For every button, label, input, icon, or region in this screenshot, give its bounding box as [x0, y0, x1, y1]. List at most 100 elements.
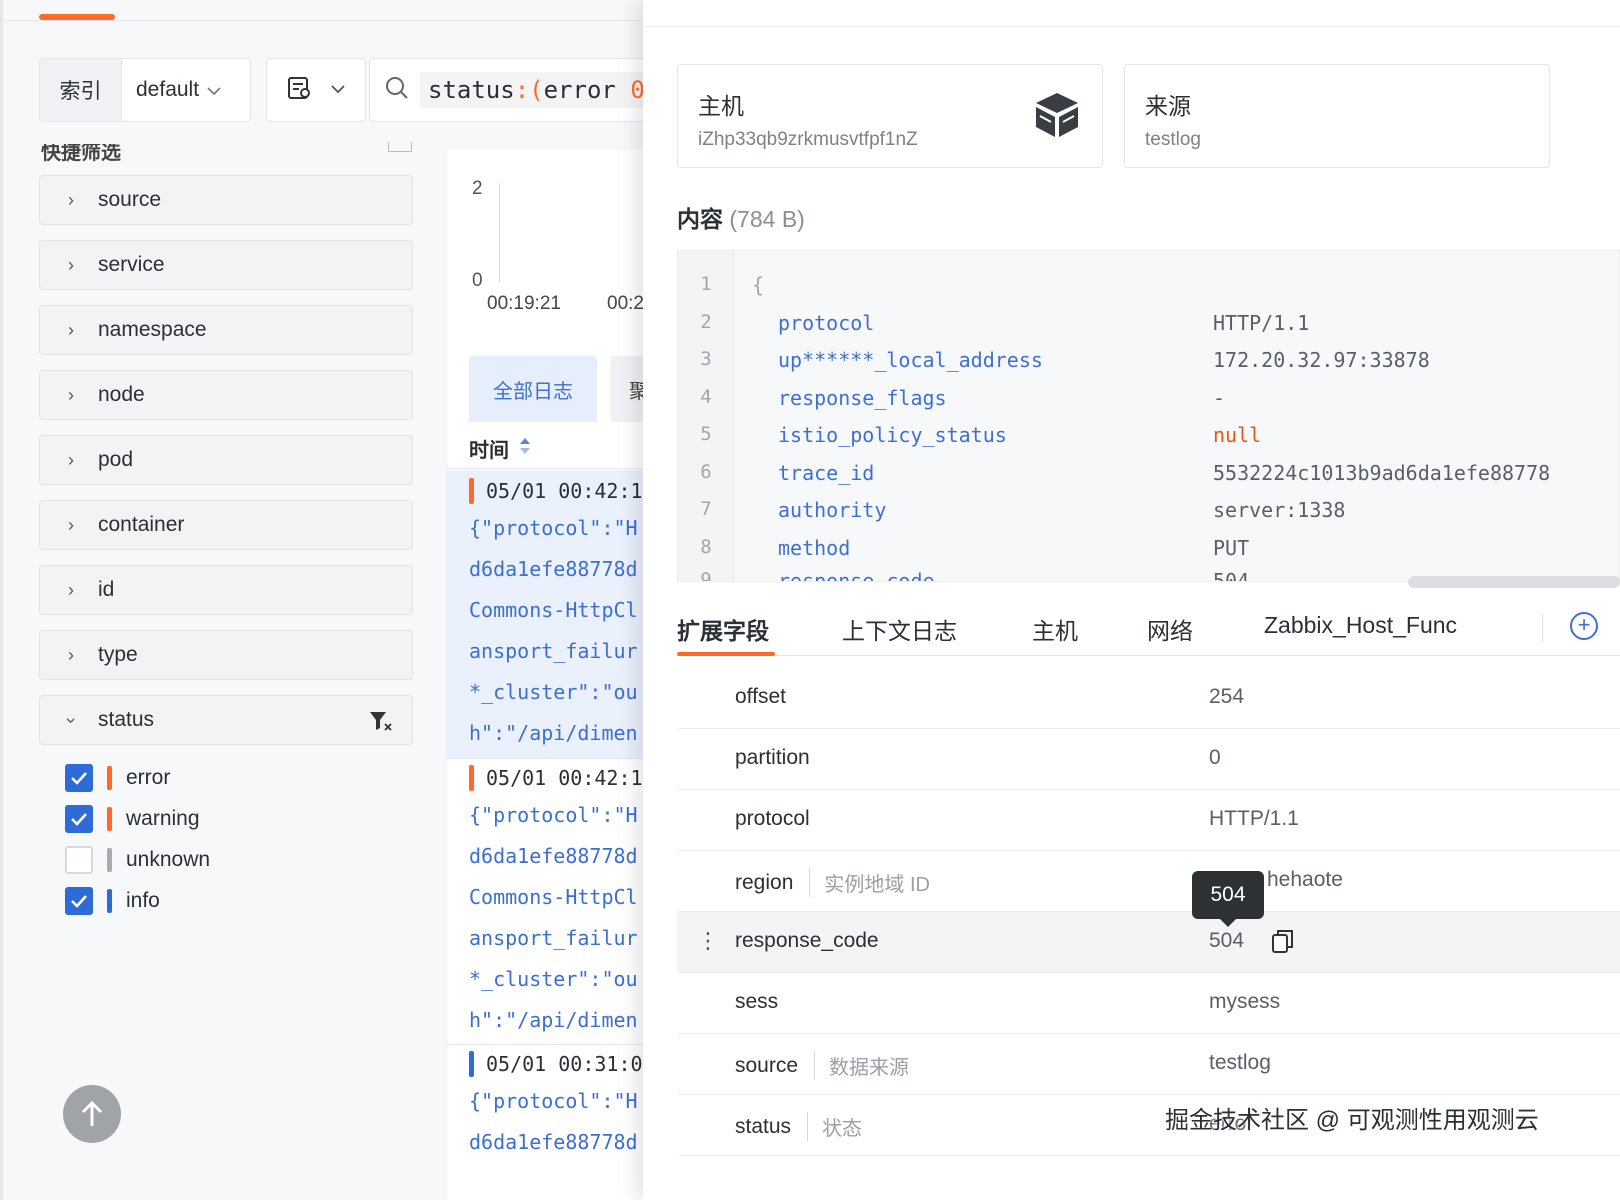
checkbox[interactable]	[65, 764, 93, 792]
chevron-down-icon: ›	[61, 717, 82, 723]
field-description: 数据来源	[814, 1051, 909, 1080]
chevron-right-icon: ›	[68, 254, 74, 275]
filter-source[interactable]: › source	[39, 175, 413, 225]
log-entry-line: {"protocol":"H	[469, 516, 638, 540]
field-key: protocol	[735, 807, 810, 830]
clear-filter-icon[interactable]	[368, 708, 394, 734]
json-value: null	[1213, 423, 1262, 447]
level-color-bar	[469, 765, 474, 791]
filter-pod[interactable]: › pod	[39, 435, 413, 485]
more-options-icon[interactable]: ⋮	[697, 928, 719, 954]
line-number: 4	[700, 386, 712, 408]
field-value: hehaote	[1267, 868, 1343, 891]
filter-container[interactable]: › container	[39, 500, 413, 550]
json-value: -	[1213, 386, 1226, 410]
log-entry-time[interactable]: 05/01 00:31:0	[469, 1051, 643, 1077]
json-content-viewer[interactable]: 1 { 2 protocol HTTP/1.1 3 up******_local…	[677, 250, 1620, 582]
field-row[interactable]: source 数据来源 testlog	[677, 1034, 1620, 1095]
host-card-title: 主机	[698, 93, 744, 119]
chevron-right-icon: ›	[68, 514, 74, 535]
add-tab-icon[interactable]: +	[1570, 612, 1598, 640]
filter-node[interactable]: › node	[39, 370, 413, 420]
status-option-error[interactable]: error	[65, 762, 170, 794]
log-detail-panel: 主机 iZhp33qb9zrkmusvtfpf1nZ 来源 testlog 内容…	[643, 0, 1620, 1200]
json-key: up******_local_address	[778, 348, 1043, 372]
log-entry-line: *_cluster":"ou	[469, 680, 638, 704]
host-card-value: iZhp33qb9zrkmusvtfpf1nZ	[698, 129, 918, 150]
copy-icon[interactable]	[1271, 928, 1295, 954]
search-input[interactable]: status:(error 0	[369, 58, 665, 122]
line-number: 7	[700, 498, 712, 520]
log-entry-line: {"protocol":"H	[469, 1089, 638, 1113]
value-tooltip: 504	[1192, 871, 1264, 927]
field-value: testlog	[1209, 1051, 1271, 1074]
horizontal-scrollbar[interactable]	[1408, 576, 1620, 588]
field-row[interactable]: protocol HTTP/1.1	[677, 790, 1620, 851]
line-number-gutter	[678, 251, 734, 581]
level-color-bar	[107, 807, 112, 831]
field-value: mysess	[1209, 990, 1281, 1013]
host-card[interactable]: 主机 iZhp33qb9zrkmusvtfpf1nZ	[677, 64, 1103, 168]
chart-y-tick: 0	[472, 270, 483, 291]
field-row[interactable]: region 实例地域 ID hehaote	[677, 851, 1620, 912]
query-mode-icon	[287, 75, 313, 106]
tab-host[interactable]: 主机	[1032, 612, 1078, 646]
field-value: 254	[1209, 685, 1245, 708]
filter-type[interactable]: › type	[39, 630, 413, 680]
filter-status[interactable]: › status	[39, 695, 413, 745]
field-row[interactable]: partition 0	[677, 729, 1620, 790]
active-tab-indicator	[677, 652, 775, 656]
json-key: authority	[778, 498, 887, 522]
log-entry-line: Commons-HttpCl	[469, 598, 638, 622]
index-label: 索引	[40, 59, 122, 121]
detail-tabs: 扩展字段 上下文日志 主机 网络 Zabbix_Host_Func +	[677, 600, 1620, 656]
filter-id[interactable]: › id	[39, 565, 413, 615]
chart-x-tick: 00:19:21	[487, 293, 561, 314]
level-color-bar	[469, 478, 474, 504]
field-key: status 状态	[735, 1112, 862, 1141]
tab-all-logs[interactable]: 全部日志	[469, 356, 597, 422]
checkbox[interactable]	[65, 887, 93, 915]
query-mode-selector[interactable]	[266, 58, 366, 122]
collapse-panel-icon[interactable]	[388, 142, 412, 152]
chart-x-tick: 00:2	[607, 293, 644, 314]
filter-namespace[interactable]: › namespace	[39, 305, 413, 355]
field-value: HTTP/1.1	[1209, 807, 1299, 830]
field-key: sess	[735, 990, 779, 1013]
sort-icon[interactable]	[519, 437, 531, 461]
log-entry-time[interactable]: 05/01 00:42:1	[469, 478, 643, 504]
field-value: 0	[1209, 746, 1221, 769]
field-row[interactable]: offset 254	[677, 668, 1620, 729]
status-option-info[interactable]: info	[65, 885, 160, 917]
filter-service[interactable]: › service	[39, 240, 413, 290]
source-card-value: testlog	[1145, 129, 1201, 150]
log-entry-time[interactable]: 05/01 00:42:1	[469, 765, 643, 791]
back-to-top-button[interactable]	[63, 1085, 121, 1143]
index-dropdown[interactable]: default	[122, 78, 221, 102]
tab-network[interactable]: 网络	[1147, 612, 1193, 646]
field-row-hovered[interactable]: ⋮ response_code 504	[677, 912, 1620, 973]
time-column-header[interactable]: 时间	[469, 434, 531, 463]
panel-top-divider	[643, 26, 1620, 27]
quick-filter-title: 快捷筛选	[41, 142, 121, 164]
checkbox[interactable]	[65, 805, 93, 833]
tab-zabbix-host-func[interactable]: Zabbix_Host_Func	[1264, 612, 1457, 639]
chevron-right-icon: ›	[68, 644, 74, 665]
tab-context-logs[interactable]: 上下文日志	[842, 612, 957, 646]
status-option-warning[interactable]: warning	[65, 803, 200, 835]
source-card[interactable]: 来源 testlog	[1124, 64, 1550, 168]
status-option-unknown[interactable]: unknown	[65, 844, 210, 876]
chevron-down-icon	[207, 78, 221, 102]
line-number: 5	[700, 423, 712, 445]
tab-extended-fields[interactable]: 扩展字段	[677, 612, 769, 646]
checkbox[interactable]	[65, 846, 93, 874]
field-value: 504	[1209, 929, 1245, 952]
query-text[interactable]: status:(error 0	[420, 72, 653, 108]
field-row[interactable]: sess mysess	[677, 973, 1620, 1034]
tab-separator	[1542, 614, 1543, 642]
search-icon	[384, 75, 410, 106]
index-selector[interactable]: 索引 default	[39, 58, 251, 122]
watermark: 掘金技术社区 @ 可观测性用观测云	[1165, 1107, 1539, 1134]
log-entry-line: h":"/api/dimen	[469, 721, 638, 745]
field-key: response_code	[735, 929, 879, 952]
